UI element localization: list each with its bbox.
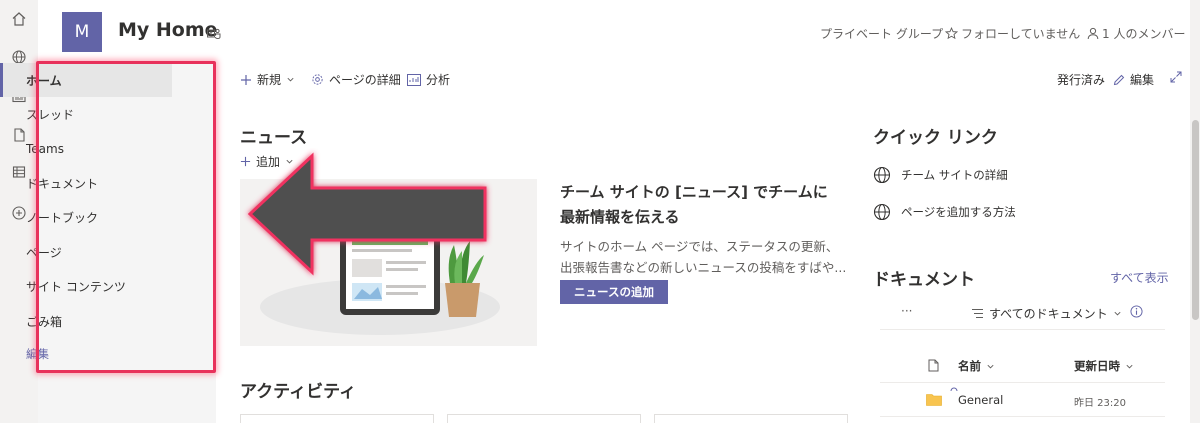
news-body-line1: サイトのホーム ページでは、ステータスの更新、 (560, 239, 839, 254)
analytics-button[interactable]: 分析 (407, 71, 450, 88)
column-name-header[interactable]: 名前 (958, 358, 995, 374)
chevron-down-icon (987, 364, 994, 368)
edit-page-label: 編集 (1130, 73, 1155, 87)
page-details-button[interactable]: ページの詳細 (311, 71, 401, 88)
documents-title: ドキュメント (873, 270, 975, 290)
news-headline-line1: チーム サイトの [ニュース] でチームに (560, 183, 828, 201)
file-type-icon (928, 359, 939, 372)
news-description: サイトのホーム ページでは、ステータスの更新、 出張報告書などの新しいニュースの… (560, 236, 850, 278)
column-modified-label: 更新日時 (1074, 359, 1120, 373)
members-label: 1 人のメンバー (1102, 27, 1186, 41)
nav-item-label: ページ (26, 245, 62, 260)
news-headline-line2: 最新情報を伝える (560, 208, 680, 226)
quick-link-item[interactable]: ページを追加する方法 (873, 203, 1016, 221)
follow-button[interactable]: フォローしていません (945, 25, 1080, 42)
site-logo[interactable]: M (62, 12, 102, 52)
nav-item-label: ごみ箱 (26, 314, 63, 329)
chevron-down-icon (1114, 311, 1121, 316)
file-name[interactable]: General (958, 393, 1003, 407)
nav-item-notebook[interactable]: ノートブック (0, 200, 172, 234)
nav-item-label: ノートブック (26, 210, 99, 225)
pencil-icon (1113, 74, 1125, 85)
star-icon (945, 27, 958, 40)
news-headline[interactable]: チーム サイトの [ニュース] でチームに 最新情報を伝える (560, 180, 850, 230)
quick-link-label: チーム サイトの詳細 (901, 168, 1008, 182)
nav-item-label: ドキュメント (26, 176, 99, 191)
chevron-down-icon (1126, 364, 1133, 368)
new-button[interactable]: 新規 (240, 71, 295, 88)
analytics-label: 分析 (426, 73, 451, 87)
edit-page-button[interactable]: 編集 (1113, 71, 1154, 88)
teams-icon (207, 25, 221, 44)
globe-icon (873, 203, 891, 221)
more-options-button[interactable]: ··· (901, 304, 912, 318)
sync-indicator-icon (950, 387, 958, 392)
nav-item-pages[interactable]: ページ (0, 235, 172, 269)
globe-icon (873, 166, 891, 184)
nav-item-label: サイト コンテンツ (26, 279, 126, 294)
view-selector[interactable]: すべてのドキュメント (971, 305, 1122, 322)
site-logo-letter: M (74, 22, 90, 42)
more-label: ··· (901, 304, 913, 318)
activity-title: アクティビティ (240, 382, 357, 402)
members-button[interactable]: 1 人のメンバー (1087, 25, 1185, 42)
table-row[interactable]: General 昨日 23:20 (880, 384, 1165, 414)
nav-item-documents[interactable]: ドキュメント (0, 166, 172, 200)
column-modified-header[interactable]: 更新日時 (1074, 358, 1134, 374)
add-news-button[interactable]: ニュースの追加 (560, 280, 668, 304)
nav-edit-link[interactable]: 編集 (0, 337, 172, 371)
divider (880, 382, 1165, 383)
vertical-scrollbar[interactable] (1190, 0, 1200, 423)
nav-item-teams[interactable]: Teams (0, 132, 172, 166)
analytics-icon (407, 73, 421, 86)
nav-item-threads[interactable]: スレッド (0, 97, 172, 131)
activity-card[interactable] (654, 414, 848, 423)
published-status: 発行済み (1057, 71, 1105, 88)
new-label: 新規 (257, 73, 282, 87)
news-body-line2: 出張報告書などの新しいニュースの投稿をすばや... (560, 260, 847, 275)
folder-icon (926, 394, 942, 406)
privacy-label: プライベート グループ (820, 25, 943, 42)
site-title[interactable]: My Home (118, 19, 218, 41)
nav-item-site-contents[interactable]: サイト コンテンツ (0, 269, 172, 303)
filter-lines-icon (972, 309, 983, 318)
published-label: 発行済み (1057, 73, 1106, 87)
page-details-label: ページの詳細 (329, 73, 401, 87)
nav-item-label: ホーム (26, 73, 62, 88)
nav-item-label: Teams (26, 142, 64, 156)
chevron-down-icon (287, 77, 294, 82)
nav-item-recycle-bin[interactable]: ごみ箱 (0, 304, 172, 338)
expand-icon[interactable] (1170, 71, 1182, 83)
quick-link-label: ページを追加する方法 (901, 205, 1016, 219)
info-icon[interactable] (1130, 305, 1143, 318)
divider (880, 329, 1165, 330)
privacy-text: プライベート グループ (820, 27, 944, 41)
follow-label: フォローしていません (961, 27, 1081, 41)
home-icon[interactable] (8, 8, 30, 30)
show-all-link[interactable]: すべて表示 (1110, 269, 1169, 286)
nav-edit-label: 編集 (26, 347, 49, 361)
activity-card[interactable] (240, 414, 434, 423)
show-all-label: すべて表示 (1110, 271, 1169, 285)
scrollbar-thumb[interactable] (1192, 120, 1199, 320)
quick-link-item[interactable]: チーム サイトの詳細 (873, 166, 1008, 184)
column-name-label: 名前 (958, 359, 981, 373)
plus-icon (241, 74, 251, 85)
file-modified: 昨日 23:20 (1074, 398, 1126, 409)
annotation-arrow-icon (247, 152, 487, 276)
divider (880, 416, 1165, 417)
nav-item-home[interactable]: ホーム (0, 63, 172, 97)
quick-links-title: クイック リンク (873, 128, 998, 148)
view-label: すべてのドキュメント (989, 307, 1108, 321)
news-title: ニュース (240, 128, 308, 148)
add-news-label: ニュースの追加 (574, 285, 654, 299)
gear-icon (312, 74, 323, 85)
person-icon (1087, 27, 1099, 40)
activity-card[interactable] (447, 414, 641, 423)
nav-item-label: スレッド (26, 107, 75, 122)
